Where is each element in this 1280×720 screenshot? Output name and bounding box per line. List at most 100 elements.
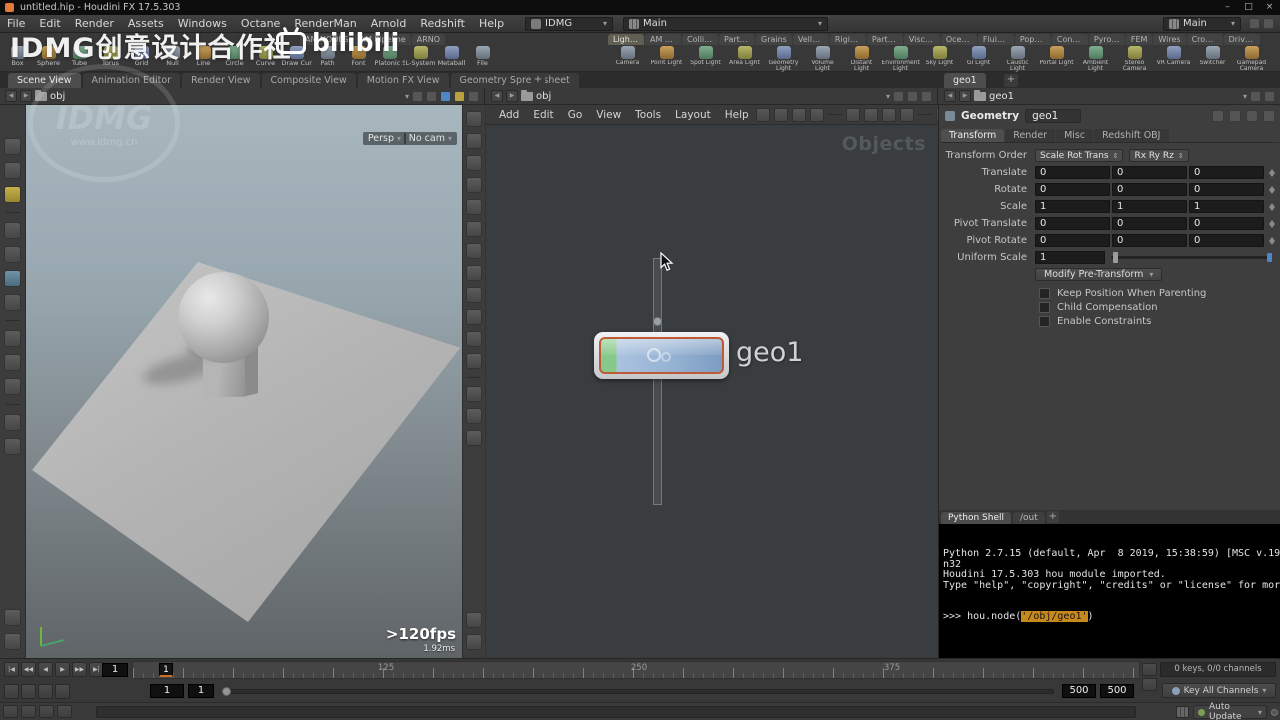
key-all-channels-button[interactable]: Key All Channels ▾ xyxy=(1162,683,1276,698)
path-forward-button[interactable]: ▶ xyxy=(20,90,32,102)
shelf-tab[interactable]: Viscous Fl xyxy=(903,34,940,45)
node-shape-icon[interactable] xyxy=(791,107,806,122)
shelf-tool[interactable]: Portal Light xyxy=(1037,45,1076,72)
shelf-tool[interactable]: L-System xyxy=(405,45,436,72)
parameter-value-field[interactable]: 1 xyxy=(1112,200,1187,213)
snap-tool-icon[interactable] xyxy=(4,330,21,347)
sculpt-tool-icon[interactable] xyxy=(4,414,21,431)
shelf-tab[interactable]: Container xyxy=(1051,34,1088,45)
update-mode-selector[interactable]: Auto Update ▾ xyxy=(1193,702,1267,720)
path-forward-button[interactable]: ▶ xyxy=(506,90,518,102)
desktop-selector-secondary[interactable]: Main ▾ xyxy=(1163,16,1241,31)
camera-menu-button[interactable]: No cam ▾ xyxy=(403,132,457,145)
path-forward-button[interactable]: ▶ xyxy=(959,90,971,102)
shelf-tab[interactable]: Wires xyxy=(1153,34,1186,45)
shelf-tool[interactable]: Geometry Light xyxy=(764,45,803,72)
loop-mode-icon[interactable] xyxy=(38,684,53,699)
link-icon[interactable] xyxy=(1229,110,1241,122)
display-points-icon[interactable] xyxy=(466,199,482,215)
network-menu-item[interactable]: Edit xyxy=(526,109,560,121)
network-menu-item[interactable]: Add xyxy=(492,109,526,121)
parameter-value-field[interactable]: 0 xyxy=(1035,183,1110,196)
value-ladder-icon[interactable] xyxy=(1267,183,1277,196)
shelf-tool[interactable]: Spot Light xyxy=(686,45,725,72)
shelf-tool[interactable]: Metaball xyxy=(436,45,467,72)
grid-icon[interactable] xyxy=(468,90,479,102)
shelf-tab[interactable]: Populate C xyxy=(1014,34,1051,45)
geo-node[interactable] xyxy=(594,332,729,379)
keyframe-options-icon[interactable] xyxy=(1142,663,1157,676)
parameter-tab[interactable]: Render xyxy=(1005,129,1056,142)
info-icon[interactable] xyxy=(4,438,21,455)
brush-select-icon[interactable] xyxy=(4,186,21,203)
shadow-toggle-icon[interactable] xyxy=(466,287,482,303)
message-log-icon[interactable] xyxy=(39,705,54,718)
shelf-tool[interactable]: File xyxy=(467,45,498,72)
new-pane-tab-button[interactable]: + xyxy=(1004,74,1018,87)
color-palette-icon[interactable] xyxy=(899,107,914,122)
path-back-button[interactable]: ◀ xyxy=(944,90,956,102)
pin-icon[interactable] xyxy=(1212,110,1224,122)
nav-back-icon[interactable] xyxy=(3,705,18,718)
shelf-tool[interactable]: Switcher xyxy=(1193,45,1232,72)
yellow-tab-icon[interactable] xyxy=(454,90,465,102)
help-icon[interactable] xyxy=(1263,18,1274,29)
prev-key-button[interactable]: ◀◀ xyxy=(21,662,36,677)
sphere-object[interactable] xyxy=(178,272,269,363)
shelf-tab[interactable]: Grains xyxy=(756,34,792,45)
cook-mode-icon[interactable] xyxy=(1176,706,1189,718)
pin-icon[interactable] xyxy=(426,90,437,102)
window-layout-icon[interactable] xyxy=(1249,18,1260,29)
network-canvas[interactable]: Objects geo1 xyxy=(486,125,938,658)
pane-tab[interactable]: Geometry Spreadsheet xyxy=(450,73,579,88)
shelf-tool[interactable]: Caustic Light xyxy=(998,45,1037,72)
pin-icon[interactable] xyxy=(907,90,918,102)
network-menu-item[interactable]: Layout xyxy=(668,109,718,121)
transform-order-select[interactable]: Scale Rot Trans ⇕ xyxy=(1035,149,1124,162)
perspective-icon[interactable] xyxy=(466,111,482,127)
new-tab-button[interactable]: + xyxy=(1046,511,1059,523)
range-end-field[interactable]: 500 xyxy=(1100,684,1134,698)
wrench-icon[interactable] xyxy=(755,107,770,122)
list-view-icon[interactable] xyxy=(845,107,860,122)
display-options-icon[interactable] xyxy=(773,107,788,122)
shelf-tab[interactable]: Fluid Con xyxy=(977,34,1014,45)
rotate-order-select[interactable]: Rx Ry Rz ⇕ xyxy=(1129,149,1189,162)
range-slider[interactable] xyxy=(222,687,1054,696)
play-button[interactable]: ▶ xyxy=(55,662,70,677)
parameter-tab[interactable]: Misc xyxy=(1056,129,1094,142)
wireframe-icon[interactable] xyxy=(466,155,482,171)
sync-icon[interactable] xyxy=(1250,90,1261,102)
network-menu-item[interactable]: Go xyxy=(561,109,590,121)
material-toggle-icon[interactable] xyxy=(466,331,482,347)
shelf-tool[interactable]: Distant Light xyxy=(842,45,881,72)
rotate-tool-icon[interactable] xyxy=(4,246,21,263)
parameter-value-field[interactable]: 0 xyxy=(1189,166,1264,179)
shelf-tool[interactable]: Volume Light xyxy=(803,45,842,72)
nav-forward-icon[interactable] xyxy=(21,705,36,718)
parameter-checkbox[interactable]: Child Compensation xyxy=(939,300,1280,314)
parameter-value-field[interactable]: 0 xyxy=(1189,234,1264,247)
path-back-button[interactable]: ◀ xyxy=(5,90,17,102)
new-pane-tab-button[interactable]: + xyxy=(531,74,545,87)
gear-icon[interactable] xyxy=(1246,110,1258,122)
pin-icon[interactable] xyxy=(1264,90,1275,102)
view-mask-icon[interactable] xyxy=(466,386,482,402)
parameter-value-field[interactable]: 0 xyxy=(1189,217,1264,230)
shelf-tab[interactable]: Collisions xyxy=(682,34,718,45)
modify-pretransform-button[interactable]: Modify Pre-Transform ▾ xyxy=(1035,268,1163,281)
chevron-down-icon[interactable]: ▾ xyxy=(886,92,890,101)
desktop-selector[interactable]: Main ▾ xyxy=(623,16,829,31)
playhead[interactable]: 1 xyxy=(159,663,173,677)
shelf-tab[interactable]: Drive Sim xyxy=(1223,34,1260,45)
handle-tool-icon[interactable] xyxy=(4,294,21,311)
shelf-tab[interactable]: AM LookDev xyxy=(645,34,681,45)
parameter-value-field[interactable]: 0 xyxy=(1112,217,1187,230)
key-camera-icon[interactable] xyxy=(4,378,21,395)
shell-tab[interactable]: Python Shell xyxy=(941,512,1012,524)
viewport-canvas[interactable]: Persp ▾ No cam ▾ >120fps 1.92ms xyxy=(26,105,462,658)
options-icon[interactable] xyxy=(466,634,482,650)
ao-toggle-icon[interactable] xyxy=(466,309,482,325)
range-start-field[interactable]: 1 xyxy=(150,684,184,698)
value-ladder-icon[interactable] xyxy=(1267,166,1277,179)
